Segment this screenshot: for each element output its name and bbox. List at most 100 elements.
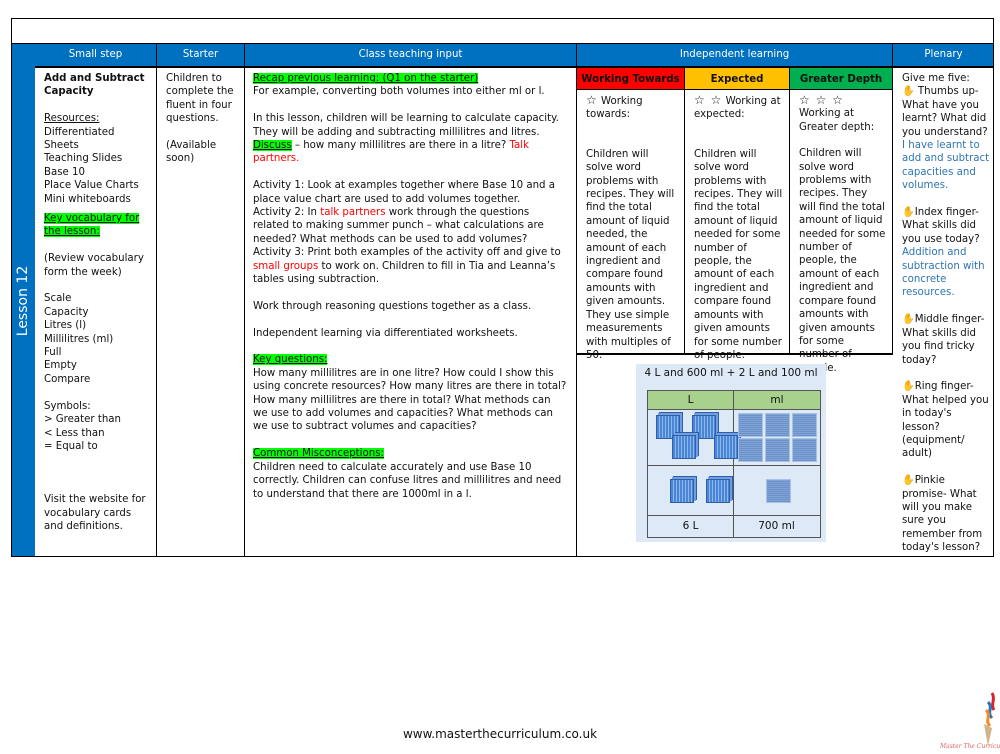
tier-description: Children will solve word problems with r… <box>694 148 783 361</box>
tier-working-towards: Working Towards <box>577 66 685 90</box>
starter-text: Children to complete the fluent in four … <box>166 73 234 125</box>
resources-label: Resources: <box>44 113 100 125</box>
activity-3-pre: Activity 3: Print both examples of the a… <box>253 247 561 259</box>
tier-divider <box>577 353 893 355</box>
master-the-curriculum-logo: Master The Curriculum <box>939 690 1000 750</box>
vocab-item: Litres (l) <box>44 320 87 332</box>
website-note: Visit the website for vocabulary cards a… <box>44 494 146 533</box>
hand-icon: ✋ <box>902 207 915 219</box>
activity-2-emphasis: talk partners <box>320 207 386 219</box>
base10-litre-cube <box>672 435 696 459</box>
small-step-cell: Add and Subtract Capacity Resources: Dif… <box>35 66 157 557</box>
tier-description: Children will solve word problems with r… <box>799 148 886 374</box>
base10-ml-flat <box>765 413 790 437</box>
vocab-item: Millilitres (ml) <box>44 333 114 345</box>
lesson-intro: In this lesson, children will be learnin… <box>253 113 559 138</box>
key-questions-label: Key questions: <box>253 354 328 366</box>
lesson-label: Lesson 12 <box>15 265 31 336</box>
base10-ml-flat <box>792 438 817 462</box>
symbol-item: < Less than <box>44 427 105 439</box>
discuss-line: Discuss – how many millilitres are there… <box>253 139 568 166</box>
base10-litre-cube <box>670 479 694 503</box>
recap-text: For example, converting both volumes int… <box>253 86 545 98</box>
column-millilitres: ml <box>734 391 820 410</box>
logo-text: Master The Curriculum <box>940 743 1000 750</box>
vocab-item: Scale <box>44 293 72 305</box>
chart-row-line <box>648 465 820 466</box>
plenary-prompt: Middle finger- What skills did you find … <box>902 314 985 366</box>
header-independent: Independent learning <box>577 44 893 66</box>
base10-litre-cube <box>706 479 730 503</box>
base10-ml-flat <box>766 479 791 503</box>
place-value-chart: L ml 6 L 700 ml <box>647 390 821 538</box>
header-small-step: Small step <box>35 44 157 66</box>
misconceptions-label: Common Misconceptions: <box>253 448 384 460</box>
plenary-prompt: Ring finger- What helped you in today's … <box>902 381 989 460</box>
base10-litre-cube <box>714 435 738 459</box>
vocab-item: Compare <box>44 373 91 385</box>
vocab-item: Capacity <box>44 306 89 318</box>
hand-icon: ✋ <box>902 475 915 487</box>
recap-label: Recap previous learning: (Q1 on the star… <box>253 73 479 84</box>
pen-logo-icon: Master The Curriculum <box>939 692 1000 750</box>
expected-cell: ☆ ☆ Working at expected: Children will s… <box>685 90 790 361</box>
base10-ml-flat <box>738 438 763 462</box>
example-title: 4 L and 600 ml + 2 L and 100 ml <box>644 367 818 379</box>
header-plenary: Plenary <box>893 44 994 66</box>
star-icon: ☆ ☆ <box>694 93 723 107</box>
class-teaching-cell: Recap previous learning: (Q1 on the star… <box>245 66 577 557</box>
discuss-text: – how many millilitres are there in a li… <box>291 140 510 152</box>
resource-item: Teaching Slides <box>44 153 123 165</box>
plenary-answer: I have learnt to add and subtract capaci… <box>902 140 990 192</box>
activity-1: Activity 1: Look at examples together wh… <box>253 180 555 205</box>
plenary-answer: Addition and subtraction with concrete r… <box>902 247 985 299</box>
greater-depth-cell: ☆ ☆ ☆ Working at Greater depth: Children… <box>790 90 893 374</box>
activity-3-emphasis: small groups <box>253 260 319 272</box>
tier-expected: Expected <box>685 66 790 90</box>
base10-ml-flat <box>792 413 817 437</box>
vocab-note: (Review vocabulary form the week) <box>44 253 144 278</box>
vocab-label: Key vocabulary for the lesson: <box>44 213 140 238</box>
reasoning-note: Work through reasoning questions togethe… <box>253 300 532 312</box>
discuss-label: Discuss <box>253 140 292 152</box>
plenary-prompt: Pinkie promise- What will you make sure … <box>902 475 983 554</box>
activity-2-pre: Activity 2: In <box>253 207 321 219</box>
working-towards-cell: ☆ Working towards: Children will solve w… <box>577 90 685 361</box>
plenary-intro: Give me five: <box>902 73 970 84</box>
header-class-teaching: Class teaching input <box>245 44 577 66</box>
activity-3: Activity 3: Print both examples of the a… <box>253 246 568 286</box>
vocab-item: Full <box>44 347 62 359</box>
tier-heading: Working at Greater depth: <box>799 108 875 133</box>
title-bar: Year 3 – Summer Measure (Capacity) Week … <box>11 18 994 61</box>
place-value-example: 4 L and 600 ml + 2 L and 100 ml L ml 6 L… <box>636 364 826 542</box>
key-questions: How many millilitres are in one litre? H… <box>253 367 567 433</box>
resource-item: Mini whiteboards <box>44 193 131 205</box>
column-litres: L <box>648 391 734 410</box>
plenary-prompt: Thumbs up- What have you learnt? What di… <box>902 86 988 138</box>
hand-icon: ✋ <box>902 314 915 326</box>
hand-icon: ✋ <box>902 86 915 98</box>
starter-note: (Available soon) <box>166 140 217 165</box>
total-millilitres: 700 ml <box>758 520 795 532</box>
header-starter: Starter <box>157 44 245 66</box>
star-icon: ☆ <box>586 93 598 107</box>
tier-description: Children will solve word problems with r… <box>586 148 675 361</box>
resource-item: Place Value Charts <box>44 180 139 192</box>
starter-cell: Children to complete the fluent in four … <box>157 66 245 557</box>
activity-2: Activity 2: In talk partners work throug… <box>253 206 568 246</box>
star-icon: ☆ ☆ ☆ <box>799 93 844 107</box>
base10-ml-flat <box>738 413 763 437</box>
small-step-title: Add and Subtract Capacity <box>44 73 145 98</box>
vocab-item: Empty <box>44 360 77 372</box>
independent-note: Independent learning via differentiated … <box>253 327 518 339</box>
resource-item: Differentiated Sheets <box>44 126 115 152</box>
base10-ml-flat <box>765 438 790 462</box>
tier-greater-depth: Greater Depth <box>790 66 893 90</box>
footer-url[interactable]: www.masterthecurriculum.co.uk <box>0 727 1000 741</box>
misconceptions: Children need to calculate accurately an… <box>253 461 562 500</box>
symbols-label: Symbols: <box>44 400 91 412</box>
resource-item: Base 10 <box>44 166 86 178</box>
symbol-item: = Equal to <box>44 440 98 452</box>
hand-icon: ✋ <box>902 381 915 393</box>
lesson-strip: Lesson 12 <box>11 44 35 557</box>
